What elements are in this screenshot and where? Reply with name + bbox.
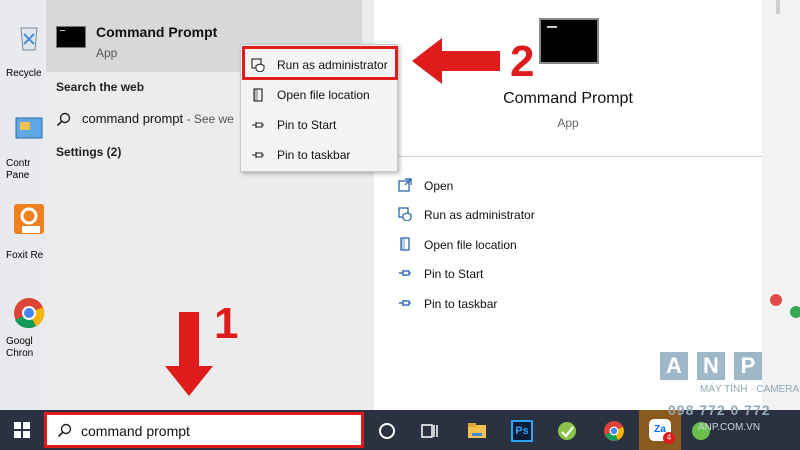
file-explorer-icon[interactable] xyxy=(466,420,488,442)
pin-icon xyxy=(252,122,264,128)
watermark-url: ANP.COM.VN xyxy=(698,422,761,433)
best-match-subtitle: App xyxy=(96,46,118,60)
recycle-bin-icon xyxy=(20,27,38,51)
action-label: Open file location xyxy=(424,238,517,252)
foxit-pdf-icon xyxy=(14,204,44,234)
context-item-label: Open file location xyxy=(277,88,370,102)
arrow-left-icon xyxy=(412,38,500,84)
watermark-letter: P xyxy=(734,352,762,380)
detail-subtitle: App xyxy=(557,116,579,130)
pin-icon xyxy=(399,300,411,306)
chrome-icon[interactable] xyxy=(603,420,625,442)
web-result-text: command prompt - See we xyxy=(82,111,234,126)
command-prompt-icon xyxy=(56,26,86,48)
action-label: Pin to taskbar xyxy=(424,297,498,311)
action-label: Pin to Start xyxy=(424,267,484,281)
context-pin-to-start[interactable]: Pin to Start xyxy=(241,111,397,139)
search-icon xyxy=(57,423,72,438)
pin-icon xyxy=(252,152,264,158)
best-match-title: Command Prompt xyxy=(96,24,218,40)
decorative-dots xyxy=(770,0,800,318)
desktop-icon-label: Foxit Re xyxy=(6,250,44,261)
context-pin-to-taskbar[interactable]: Pin to taskbar xyxy=(241,141,397,169)
desktop-icon-label: Contr Pane xyxy=(6,158,31,181)
photoshop-icon[interactable]: Ps xyxy=(511,420,533,442)
pin-icon xyxy=(399,270,411,276)
command-prompt-large-icon xyxy=(539,18,599,64)
watermark-tagline: MÁY TÍNH · CAMERA xyxy=(700,384,800,395)
search-input[interactable] xyxy=(81,421,351,441)
search-icon xyxy=(56,112,71,127)
watermark-letter: N xyxy=(697,352,725,380)
context-item-label: Pin to taskbar xyxy=(277,148,351,162)
folder-icon xyxy=(400,237,410,251)
desktop: Recycle Contr Pane Foxit Re Googl Chron xyxy=(0,0,46,410)
settings-header[interactable]: Settings (2) xyxy=(56,145,121,159)
desktop-right-edge xyxy=(762,0,800,410)
app-icon[interactable] xyxy=(556,420,578,442)
cortana-icon[interactable] xyxy=(376,420,398,442)
divider xyxy=(374,156,762,157)
watermark-letter: A xyxy=(660,352,688,380)
action-label: Open xyxy=(424,179,454,193)
task-view-icon[interactable] xyxy=(418,420,440,442)
shield-icon xyxy=(398,207,412,221)
control-panel-icon xyxy=(15,117,43,139)
step-number-1: 1 xyxy=(214,299,239,348)
highlight-box-run-as-administrator xyxy=(242,46,398,80)
context-open-file-location[interactable]: Open file location xyxy=(241,81,397,109)
desktop-icon-label: Googl Chron xyxy=(6,336,34,359)
desktop-icon-label: Recycle xyxy=(6,68,42,79)
search-web-header: Search the web xyxy=(56,80,145,94)
taskbar-search-box[interactable] xyxy=(44,412,364,448)
step-number-2: 2 xyxy=(510,37,535,86)
notification-badge: 4 xyxy=(663,432,675,444)
action-label: Run as administrator xyxy=(424,208,535,222)
folder-icon xyxy=(253,88,263,102)
google-chrome-icon xyxy=(14,298,45,329)
watermark-phone: 098 772 0 772 xyxy=(668,402,771,418)
context-item-label: Pin to Start xyxy=(277,118,337,132)
arrow-down-icon xyxy=(165,312,213,396)
windows-start-icon[interactable] xyxy=(14,422,30,438)
detail-title: Command Prompt xyxy=(503,90,633,107)
open-icon xyxy=(398,178,412,192)
